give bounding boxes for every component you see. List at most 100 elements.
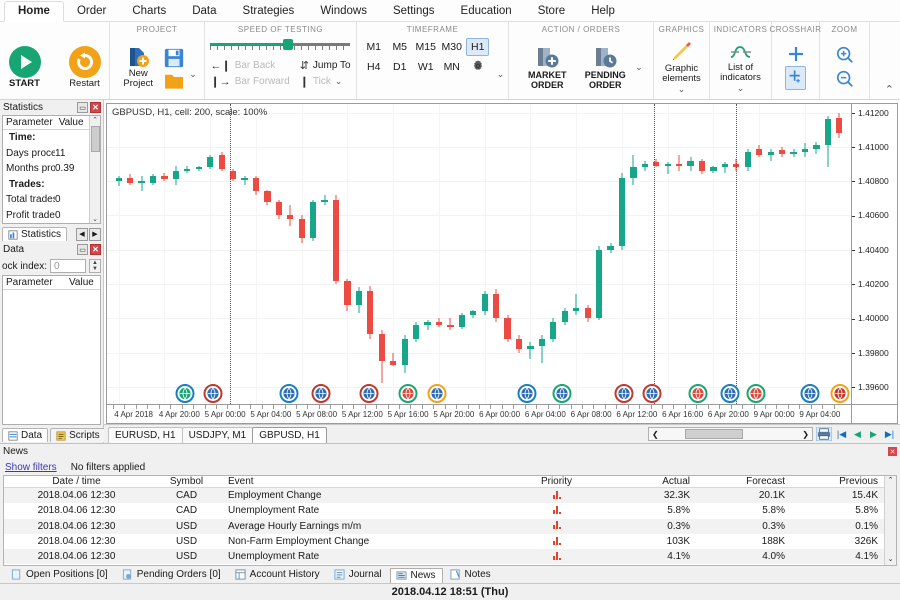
news-event-marker-icon[interactable]	[517, 384, 537, 403]
table-row[interactable]: Total trades 0	[3, 192, 89, 208]
news-event-marker-icon[interactable]	[746, 384, 766, 403]
timeframe-mn[interactable]: MN	[439, 58, 465, 76]
scroll-up-icon[interactable]: ⌃	[92, 116, 98, 124]
show-filters-link[interactable]: Show filters	[5, 462, 57, 473]
restart-button[interactable]: Restart	[61, 45, 109, 89]
start-button[interactable]: START	[1, 45, 49, 89]
new-project-button[interactable]: New Project	[117, 45, 159, 89]
tick-index-stepper[interactable]: ▲ ▼	[89, 259, 101, 273]
tab-journal[interactable]: Journal	[327, 567, 389, 583]
menu-item-data[interactable]: Data	[179, 2, 229, 21]
graphics-caret-icon[interactable]: ⌄	[678, 84, 686, 95]
tab-pending-orders[interactable]: Pending Orders [0]	[115, 567, 228, 583]
tab-prev-button[interactable]: ◀	[76, 227, 88, 241]
pending-order-button[interactable]: PENDING ORDER	[577, 44, 633, 90]
data-close-button[interactable]: ✕	[90, 244, 101, 255]
news-event-marker-icon[interactable]	[359, 384, 379, 403]
table-row[interactable]: Time:	[3, 130, 89, 146]
menu-item-home[interactable]: Home	[4, 1, 64, 22]
table-row[interactable]: 2018.04.06 12:30 USD Non-Farm Employment C…	[4, 534, 884, 549]
statistics-pin-button[interactable]: ▭	[77, 102, 88, 113]
scroll-thumb[interactable]	[90, 126, 100, 152]
timeframe-m1[interactable]: M1	[361, 38, 386, 56]
timeframe-h1[interactable]: H1	[466, 38, 490, 56]
menu-item-settings[interactable]: Settings	[380, 2, 448, 21]
nav-last-button[interactable]: ▶|	[883, 428, 896, 441]
nav-forward-button[interactable]: ▶	[867, 428, 880, 441]
scroll-right-icon[interactable]: ❯	[802, 430, 812, 439]
chart-scroll-thumb[interactable]	[685, 429, 743, 439]
ribbon-collapse-icon[interactable]: ⌃	[885, 83, 894, 96]
data-pin-button[interactable]: ▭	[77, 244, 88, 255]
zoom-in-icon[interactable]	[835, 45, 855, 65]
table-row[interactable]: Trades:	[3, 177, 89, 193]
news-event-marker-icon[interactable]	[203, 384, 223, 403]
timeframe-m5[interactable]: M5	[387, 38, 412, 56]
menu-item-education[interactable]: Education	[448, 2, 525, 21]
tick-index-input[interactable]: 0	[50, 259, 86, 273]
project-more-caret-icon[interactable]: ⌄	[189, 69, 197, 80]
menu-item-strategies[interactable]: Strategies	[230, 2, 308, 21]
orders-more-caret-icon[interactable]: ⌄	[635, 62, 643, 73]
news-event-marker-icon[interactable]	[398, 384, 418, 403]
scroll-left-icon[interactable]: ❮	[649, 430, 659, 439]
table-row[interactable]: Profit trades 0	[3, 208, 89, 224]
tab-scripts[interactable]: Scripts	[50, 428, 106, 442]
menu-item-charts[interactable]: Charts	[119, 2, 179, 21]
tab-notes[interactable]: Notes	[443, 567, 498, 583]
news-col-priority[interactable]: Priority	[514, 476, 599, 487]
news-close-button[interactable]: ✕	[888, 447, 897, 456]
bar-forward-button[interactable]: ❙→ Bar Forward	[210, 75, 289, 88]
symbol-tab-eurusd[interactable]: EURUSD, H1	[108, 427, 183, 443]
speed-slider[interactable]	[210, 37, 351, 50]
graphic-elements-button[interactable]: Graphic elements ⌄	[657, 40, 707, 95]
nav-back-button[interactable]: ◀	[851, 428, 864, 441]
news-event-marker-icon[interactable]	[642, 384, 662, 403]
statistics-scrollbar[interactable]: ⌃ ⌄	[89, 116, 100, 223]
news-scrollbar[interactable]: ⌃ ⌄	[884, 476, 896, 565]
print-icon[interactable]	[816, 427, 832, 441]
news-event-marker-icon[interactable]	[311, 384, 331, 403]
menu-item-store[interactable]: Store	[525, 2, 579, 21]
news-event-marker-icon[interactable]	[720, 384, 740, 403]
news-scroll-up-icon[interactable]: ⌃	[888, 476, 894, 484]
tab-next-button[interactable]: ▶	[89, 227, 101, 241]
indicators-caret-icon[interactable]: ⌄	[737, 83, 745, 94]
symbol-tab-gbpusd[interactable]: GBPUSD, H1	[252, 427, 327, 443]
news-event-marker-icon[interactable]	[688, 384, 708, 403]
news-event-marker-icon[interactable]	[830, 384, 850, 403]
news-event-marker-icon[interactable]	[552, 384, 572, 403]
crosshair-icon[interactable]	[786, 44, 806, 64]
news-col-event[interactable]: Event	[224, 476, 514, 487]
news-event-marker-icon[interactable]	[279, 384, 299, 403]
bar-back-button[interactable]: ←❙ Bar Back	[210, 59, 289, 72]
news-col-datetime[interactable]: Date / time	[4, 476, 149, 487]
market-order-button[interactable]: MARKET ORDER	[519, 44, 575, 90]
scroll-down-icon[interactable]: ⌄	[92, 215, 98, 223]
timeframe-more-caret-icon[interactable]: ⌄	[497, 69, 505, 80]
menu-item-order[interactable]: Order	[64, 2, 119, 21]
news-col-forecast[interactable]: Forecast	[694, 476, 789, 487]
table-row[interactable]: 2018.04.06 12:30 CAD Employment Change 32.3…	[4, 488, 884, 504]
news-col-previous[interactable]: Previous	[789, 476, 884, 487]
table-row[interactable]: 2018.04.06 12:30 CAD Unemployment Rate 5.8%…	[4, 503, 884, 518]
list-of-indicators-button[interactable]: List of indicators ⌄	[712, 41, 770, 94]
timeframe-d1[interactable]: D1	[388, 58, 411, 76]
save-icon[interactable]	[163, 47, 185, 69]
news-scroll-down-icon[interactable]: ⌄	[888, 555, 894, 563]
crosshair-sync-button[interactable]	[785, 66, 806, 90]
tick-caret-icon[interactable]: ⌄	[335, 76, 343, 87]
news-event-marker-icon[interactable]	[614, 384, 634, 403]
chart-container[interactable]: GBPUSD, H1, cell: 200, scale: 100% 4 Apr…	[106, 103, 898, 424]
speed-slider-knob[interactable]	[283, 39, 294, 50]
table-row[interactable]: Days processed11	[3, 146, 89, 162]
tab-news[interactable]: News	[389, 568, 443, 583]
timeframe-h4[interactable]: H4	[362, 58, 385, 76]
news-col-symbol[interactable]: Symbol	[149, 476, 224, 487]
table-row[interactable]: 2018.04.06 12:30 USD Average Hourly Earnin…	[4, 518, 884, 534]
news-event-marker-icon[interactable]	[800, 384, 820, 403]
timeframe-settings-button[interactable]	[466, 56, 490, 79]
tab-open-positions[interactable]: Open Positions [0]	[5, 567, 115, 583]
timeframe-m30[interactable]: M30	[437, 38, 467, 56]
open-folder-icon[interactable]	[163, 72, 185, 90]
